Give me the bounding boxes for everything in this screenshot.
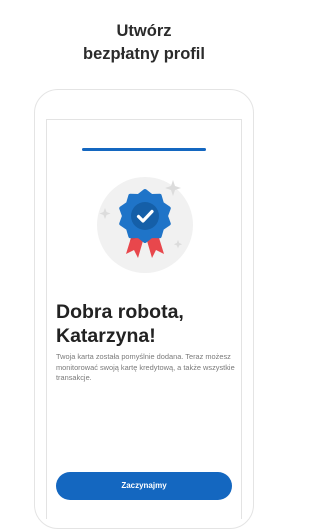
verified-ribbon-icon: [90, 170, 200, 280]
headline-line-1: Utwórz: [116, 22, 172, 40]
progress-bar: [82, 148, 206, 151]
get-started-button[interactable]: Zaczynajmy: [56, 472, 232, 500]
seal: [119, 189, 171, 243]
success-message: Twoja karta została pomyślnie dodana. Te…: [56, 352, 235, 383]
headline-line-2: bezpłatny profil: [83, 45, 205, 63]
title-line-2: Katarzyna!: [56, 325, 156, 347]
page-headline: Utwórz bezpłatny profil: [0, 20, 288, 66]
success-title: Dobra robota, Katarzyna!: [56, 300, 236, 348]
title-line-1: Dobra robota,: [56, 301, 184, 323]
progress-bar-fill: [82, 148, 206, 151]
